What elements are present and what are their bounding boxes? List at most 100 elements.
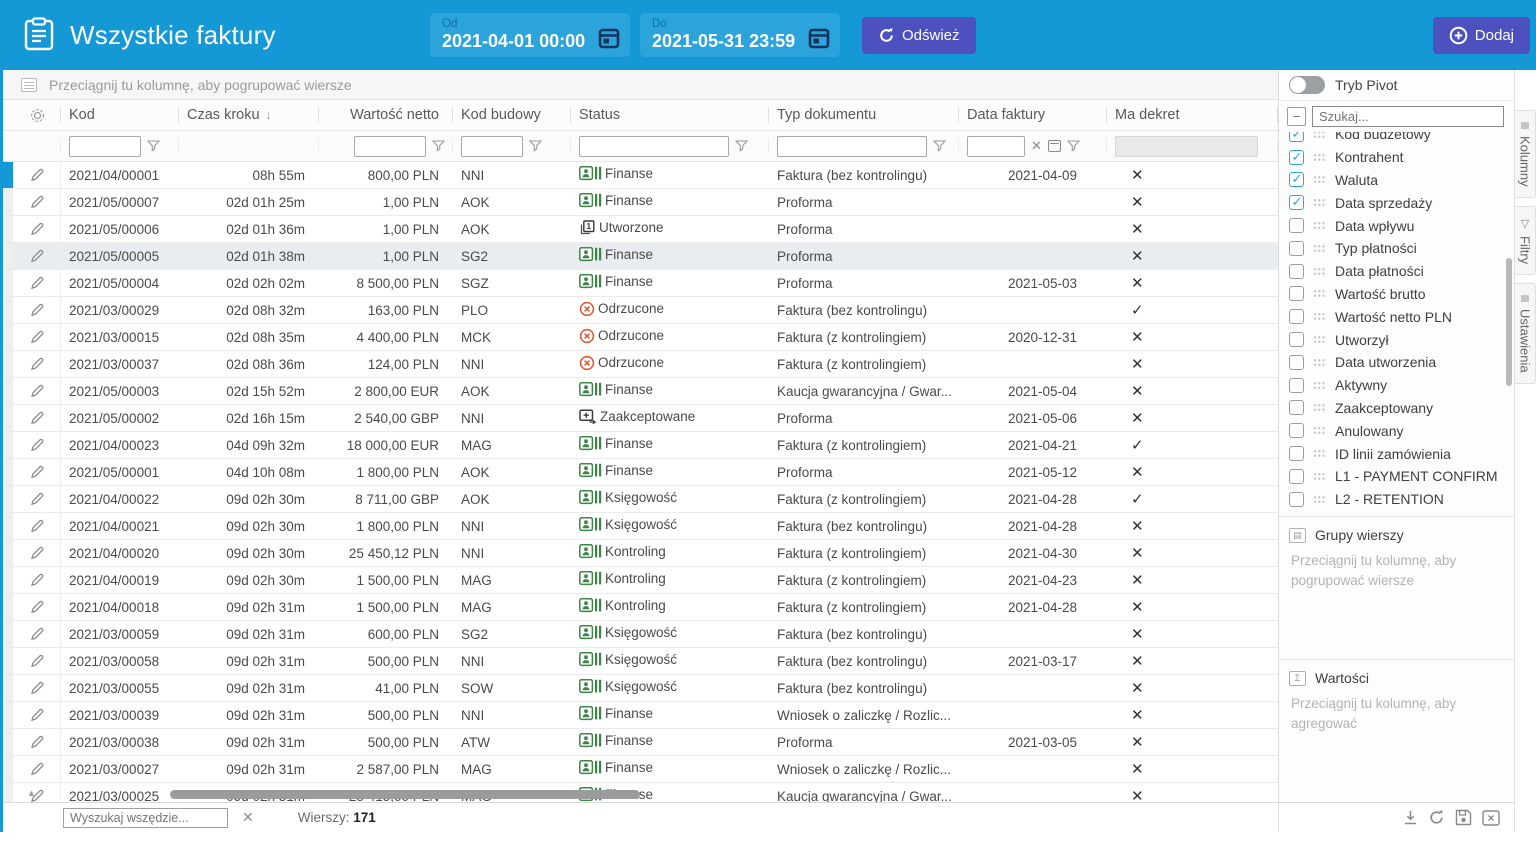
clear-filter-icon[interactable]: ✕ bbox=[1031, 138, 1042, 154]
table-row[interactable]: 2021/03/00038 09d 02h 31m 500,00 PLN ATW… bbox=[3, 729, 1278, 756]
col-header-czas-kroku[interactable]: Czas kroku↓ bbox=[179, 100, 319, 130]
column-list-item[interactable]: ID linii zamówienia bbox=[1289, 442, 1514, 465]
column-list-item[interactable]: Waluta bbox=[1289, 169, 1514, 192]
drag-handle-icon[interactable] bbox=[1313, 449, 1326, 458]
clear-search-icon[interactable]: ✕ bbox=[242, 809, 254, 826]
drag-handle-icon[interactable] bbox=[1313, 381, 1326, 390]
column-list-item[interactable]: Wartość brutto bbox=[1289, 283, 1514, 306]
filter-funnel-icon[interactable] bbox=[147, 140, 160, 152]
column-checkbox[interactable] bbox=[1289, 286, 1304, 301]
edit-button[interactable] bbox=[13, 405, 61, 431]
column-checkbox[interactable] bbox=[1289, 172, 1304, 187]
save-icon[interactable] bbox=[1455, 809, 1472, 826]
column-list-item[interactable]: Kontrahent bbox=[1289, 146, 1514, 169]
table-row[interactable]: 2021/04/00019 09d 02h 30m 1 500,00 PLN M… bbox=[3, 567, 1278, 594]
date-from-field[interactable]: Od 2021-04-01 00:00 bbox=[430, 13, 630, 57]
column-checkbox[interactable] bbox=[1289, 218, 1304, 233]
edit-button[interactable] bbox=[13, 702, 61, 728]
edit-button[interactable] bbox=[13, 270, 61, 296]
table-row[interactable]: 2021/03/00059 09d 02h 31m 600,00 PLN SG2… bbox=[3, 621, 1278, 648]
drag-handle-icon[interactable] bbox=[1313, 495, 1326, 504]
edit-button[interactable] bbox=[13, 162, 61, 188]
edit-button[interactable] bbox=[13, 378, 61, 404]
group-panel[interactable]: Przeciągnij tu kolumnę, aby pogrupować w… bbox=[3, 70, 1278, 100]
column-checkbox[interactable] bbox=[1289, 423, 1304, 438]
drag-handle-icon[interactable] bbox=[1313, 198, 1326, 207]
grid-settings-button[interactable] bbox=[13, 100, 61, 130]
column-list-item[interactable]: Wartość netto PLN bbox=[1289, 305, 1514, 328]
col-header-wartosc-netto[interactable]: Wartość netto bbox=[319, 100, 453, 130]
drag-handle-icon[interactable] bbox=[1313, 335, 1326, 344]
drag-handle-icon[interactable] bbox=[1313, 403, 1326, 412]
filter-funnel-icon[interactable] bbox=[529, 140, 542, 152]
table-row[interactable]: 2021/05/00002 02d 16h 15m 2 540,00 GBP N… bbox=[3, 405, 1278, 432]
edit-button[interactable] bbox=[13, 459, 61, 485]
column-list-item[interactable]: Data wpływu bbox=[1289, 214, 1514, 237]
column-list-item[interactable]: Zaakceptowany bbox=[1289, 397, 1514, 420]
table-row[interactable]: 2021/05/00006 02d 01h 36m 1,00 PLN AOK 1 bbox=[3, 216, 1278, 243]
filter-status-input[interactable] bbox=[579, 136, 729, 157]
column-list-item[interactable]: Data utworzenia bbox=[1289, 351, 1514, 374]
scroll-up-icon[interactable]: ▲ bbox=[27, 788, 36, 798]
table-row[interactable]: 2021/05/00003 02d 15h 52m 2 800,00 EUR A… bbox=[3, 378, 1278, 405]
column-checkbox[interactable] bbox=[1289, 446, 1304, 461]
filter-wartosc-input[interactable] bbox=[354, 136, 426, 157]
table-row[interactable]: 2021/05/00004 02d 02h 02m 8 500,00 PLN S… bbox=[3, 270, 1278, 297]
scrollbar-thumb[interactable] bbox=[170, 790, 641, 799]
column-checkbox[interactable] bbox=[1289, 400, 1304, 415]
column-checkbox[interactable] bbox=[1289, 309, 1304, 324]
drag-handle-icon[interactable] bbox=[1313, 267, 1326, 276]
column-list-item[interactable]: Aktywny bbox=[1289, 374, 1514, 397]
col-header-data-faktury[interactable]: Data faktury bbox=[959, 100, 1107, 130]
col-header-ma-dekret[interactable]: Ma dekret bbox=[1107, 100, 1278, 130]
edit-button[interactable] bbox=[13, 297, 61, 323]
col-header-kod[interactable]: Kod bbox=[61, 100, 179, 130]
column-checkbox[interactable] bbox=[1289, 378, 1304, 393]
filter-kod-input[interactable] bbox=[69, 136, 141, 157]
table-row[interactable]: 2021/04/00022 09d 02h 30m 8 711,00 GBP A… bbox=[3, 486, 1278, 513]
reload-icon[interactable] bbox=[1428, 809, 1445, 826]
column-list-item[interactable]: L1 - PAYMENT CONFIRM bbox=[1289, 465, 1514, 488]
filter-funnel-icon[interactable] bbox=[1067, 140, 1080, 152]
edit-button[interactable] bbox=[13, 243, 61, 269]
date-to-field[interactable]: Do 2021-05-31 23:59 bbox=[640, 13, 840, 57]
edit-button[interactable] bbox=[13, 756, 61, 782]
table-row[interactable]: 2021/04/00021 09d 02h 30m 1 800,00 PLN N… bbox=[3, 513, 1278, 540]
column-list-item[interactable]: Kod budżetowy bbox=[1289, 132, 1514, 146]
column-search-input[interactable] bbox=[1312, 106, 1504, 127]
global-search-input[interactable] bbox=[63, 808, 228, 828]
filter-funnel-icon[interactable] bbox=[432, 140, 445, 152]
filter-kod-budowy-input[interactable] bbox=[461, 136, 523, 157]
column-checkbox[interactable] bbox=[1289, 132, 1304, 142]
side-tab[interactable]: ≣ Kolumny bbox=[1515, 110, 1536, 198]
column-list-item[interactable]: Data płatności bbox=[1289, 260, 1514, 283]
edit-button[interactable] bbox=[13, 621, 61, 647]
table-row[interactable]: 2021/04/00023 04d 09h 32m 18 000,00 EUR … bbox=[3, 432, 1278, 459]
column-checkbox[interactable] bbox=[1289, 492, 1304, 507]
edit-button[interactable] bbox=[13, 729, 61, 755]
side-tab[interactable]: ≣ Ustawienia bbox=[1515, 283, 1536, 384]
edit-button[interactable] bbox=[13, 513, 61, 539]
drag-handle-icon[interactable] bbox=[1313, 289, 1326, 298]
edit-button[interactable] bbox=[13, 594, 61, 620]
column-checkbox[interactable] bbox=[1289, 264, 1304, 279]
table-row[interactable]: 2021/03/00055 09d 02h 31m 41,00 PLN SOW … bbox=[3, 675, 1278, 702]
edit-button[interactable] bbox=[13, 486, 61, 512]
edit-button[interactable] bbox=[13, 675, 61, 701]
column-checkbox[interactable] bbox=[1289, 469, 1304, 484]
edit-button[interactable] bbox=[13, 540, 61, 566]
horizontal-scrollbar[interactable] bbox=[61, 789, 1268, 800]
column-checkbox[interactable] bbox=[1289, 150, 1304, 165]
col-header-status[interactable]: Status bbox=[571, 100, 769, 130]
add-button[interactable]: Dodaj bbox=[1433, 17, 1530, 54]
table-row[interactable]: 2021/03/00027 09d 02h 31m 2 587,00 PLN M… bbox=[3, 756, 1278, 783]
column-list-item[interactable]: Anulowany bbox=[1289, 419, 1514, 442]
edit-button[interactable] bbox=[13, 432, 61, 458]
table-row[interactable]: 2021/03/00029 02d 08h 32m 163,00 PLN PLO… bbox=[3, 297, 1278, 324]
calendar-outline-icon[interactable] bbox=[1048, 140, 1061, 152]
filter-typ-input[interactable] bbox=[777, 136, 927, 157]
table-row[interactable]: 2021/03/00039 09d 02h 31m 500,00 PLN NNI… bbox=[3, 702, 1278, 729]
column-list-item[interactable]: Data sprzedaży bbox=[1289, 191, 1514, 214]
column-list-item[interactable]: Typ płatności bbox=[1289, 237, 1514, 260]
drag-handle-icon[interactable] bbox=[1313, 175, 1326, 184]
